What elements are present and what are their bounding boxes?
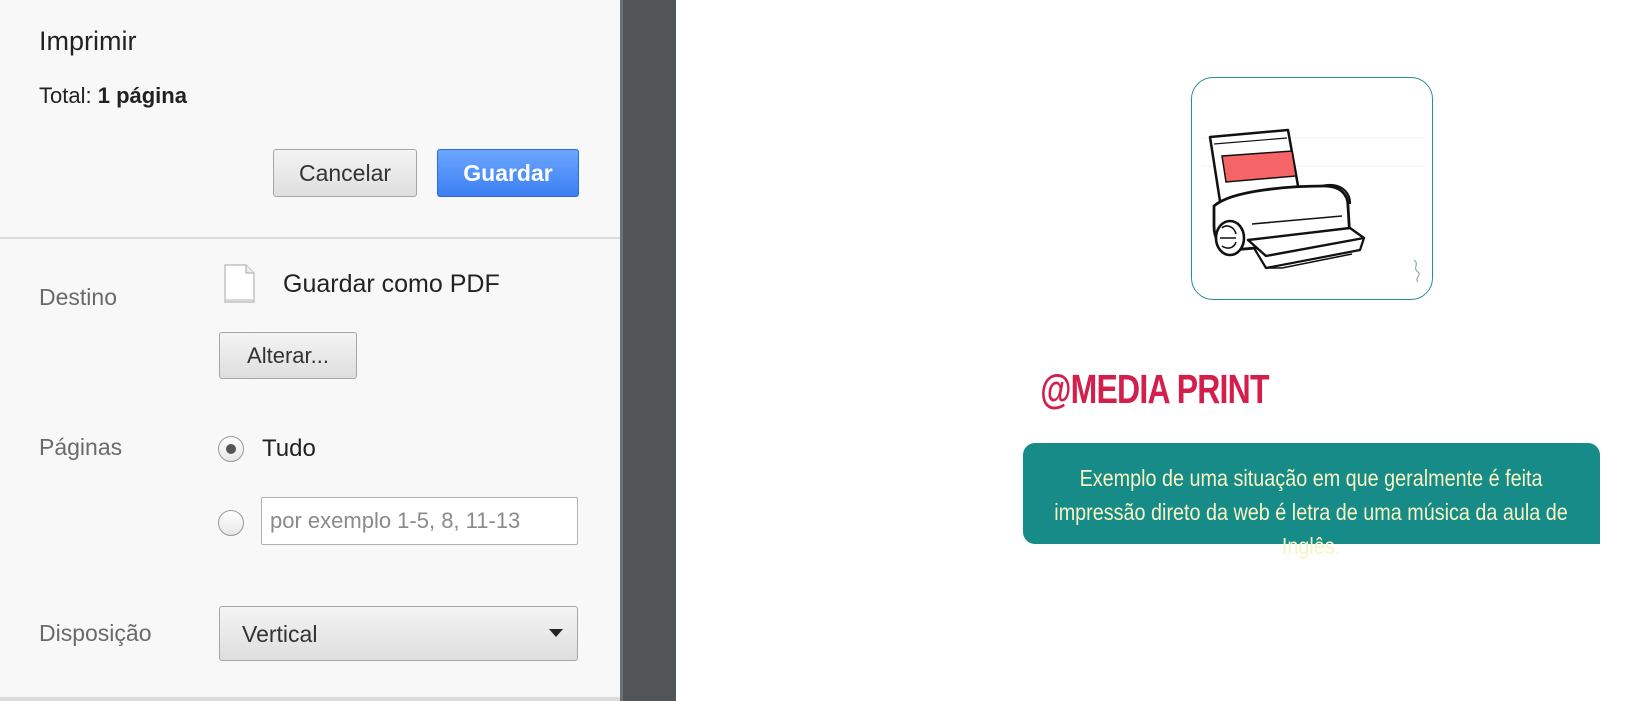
panel-resize-edge — [620, 0, 623, 701]
dialog-title: Imprimir — [39, 26, 137, 56]
pages-custom-radio[interactable] — [218, 510, 244, 536]
destination-value: Guardar como PDF — [283, 270, 500, 298]
save-button[interactable]: Guardar — [437, 149, 579, 197]
layout-select[interactable]: Vertical — [219, 606, 578, 661]
pages-all-radio[interactable] — [218, 436, 244, 462]
pages-label: Páginas — [39, 434, 123, 460]
change-destination-button[interactable]: Alterar... — [219, 332, 357, 379]
total-label: Total: — [39, 83, 92, 108]
chevron-down-icon — [549, 629, 563, 637]
cancel-button[interactable]: Cancelar — [273, 149, 417, 197]
destination-label: Destino — [39, 284, 117, 310]
caption-text: Exemplo de uma situação em que geralment… — [1054, 465, 1569, 559]
pages-all-label[interactable]: Tudo — [262, 435, 316, 463]
printer-illustration-card — [1191, 77, 1433, 300]
preview-gutter — [620, 0, 676, 701]
layout-label: Disposição — [39, 620, 152, 646]
preview-caption-box: Exemplo de uma situação em que geralment… — [1023, 443, 1600, 559]
pages-range-input[interactable] — [261, 497, 578, 545]
panel-bottom-divider — [0, 697, 620, 701]
document-icon — [224, 264, 255, 303]
print-settings-panel: Imprimir Total: 1 página Cancelar Guarda… — [0, 0, 620, 701]
total-value: 1 página — [97, 83, 187, 108]
heading-text: @MEDIA PRINT — [1039, 366, 1269, 412]
page-total: Total: 1 página — [39, 83, 187, 109]
divider — [0, 237, 620, 239]
layout-select-value: Vertical — [242, 621, 318, 647]
print-preview-page: @MEDIA PRINT Exemplo de uma situação em … — [676, 0, 1632, 701]
preview-heading: @MEDIA PRINT — [676, 366, 1632, 413]
printer-illustration — [1202, 128, 1424, 283]
